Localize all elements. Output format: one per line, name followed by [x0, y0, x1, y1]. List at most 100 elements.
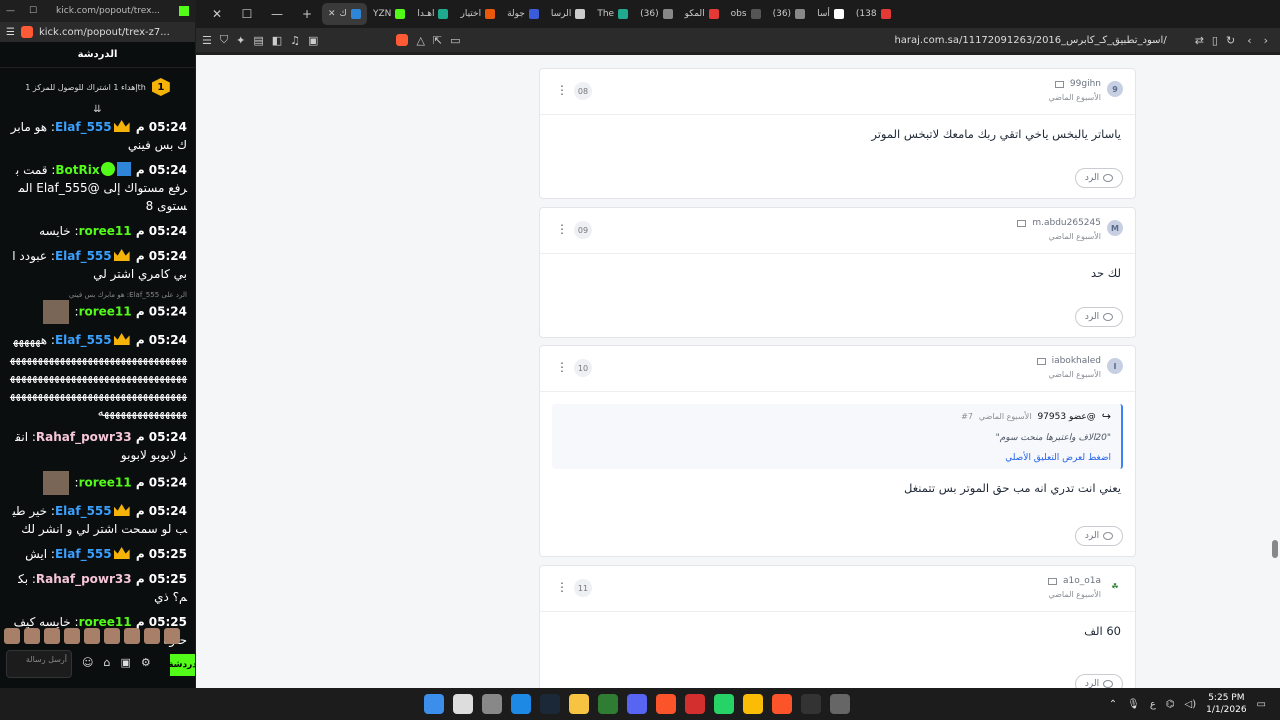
whatsapp-icon[interactable] — [714, 694, 734, 714]
message-username[interactable]: roree11 — [79, 476, 132, 490]
video-app-icon[interactable] — [685, 694, 705, 714]
epic-icon[interactable] — [801, 694, 821, 714]
chat-message[interactable]: 05:24 م Elaf_555: هههههههههههههههههههههه… — [10, 331, 187, 421]
message-username[interactable]: BotRix — [55, 163, 99, 177]
browser-tab[interactable]: obs — [725, 3, 767, 25]
reply-button[interactable]: الرد — [1075, 307, 1123, 327]
chat-message[interactable]: 05:24 م Elaf_555: عبودد ابي كامري اشتر ل… — [10, 247, 187, 283]
chat-message[interactable]: 05:24 م Elaf_555: هو مابرك بس فيني — [10, 118, 187, 154]
chat-message[interactable]: 05:25 م Elaf_555: ايش — [10, 545, 187, 563]
emoji-icon[interactable]: ☺ — [82, 656, 93, 669]
browser-tab[interactable]: اهـدا — [411, 3, 454, 25]
more-options-icon[interactable]: ⋮ — [556, 83, 568, 97]
browser-tab[interactable]: YZN — [367, 3, 411, 25]
pip-icon[interactable]: ▭ — [450, 34, 460, 47]
message-user-icon[interactable] — [1036, 357, 1046, 365]
xbox-icon[interactable] — [598, 694, 618, 714]
brave-shield-icon[interactable] — [20, 26, 33, 38]
browser-tab[interactable]: الرسا — [545, 3, 592, 25]
page-viewport[interactable]: ⋮ 08 99gihn الأسبوع الماضي 9 ياساتر يالبخس يا… — [196, 55, 1280, 688]
new-tab-icon[interactable]: + — [292, 7, 322, 21]
sub-goal-banner[interactable]: إهداء 1 اشتراك للوصول للمركز 1th 1 — [0, 68, 195, 106]
browser-tab[interactable]: أسا — [811, 3, 850, 25]
message-username[interactable]: Rahaf_powr33 — [36, 572, 132, 586]
minimize-icon[interactable]: — — [262, 7, 292, 21]
screenshot-icon[interactable]: ▣ — [308, 34, 318, 47]
reload-icon[interactable]: ↻ — [1226, 34, 1235, 47]
menu-icon[interactable]: ☰ — [6, 27, 15, 38]
browser-tab[interactable]: (138 — [850, 3, 897, 25]
comment-username[interactable]: m.abdu265245 — [1017, 218, 1101, 228]
app-icon[interactable] — [830, 694, 850, 714]
reading-list-icon[interactable]: ▤ — [253, 34, 263, 47]
network-icon[interactable]: ⌬ — [1166, 699, 1175, 710]
chat-input[interactable]: أرسل رسالة — [6, 650, 72, 678]
comment-username[interactable]: iabokhaled — [1036, 356, 1101, 366]
address-bar[interactable]: haraj.com.sa/11172091263/اسود_تطبيق_كـ_ك… — [894, 35, 1166, 46]
site-settings-icon[interactable]: ⇄ — [1195, 34, 1204, 47]
comment-username[interactable]: a1o_o1a — [1048, 576, 1101, 586]
message-username[interactable]: Elaf_555 — [55, 120, 112, 134]
chat-message[interactable]: 05:24 م roree11: — [10, 300, 187, 324]
message-username[interactable]: roree11 — [79, 305, 132, 319]
message-username[interactable]: Elaf_555 — [55, 504, 112, 518]
emote-icon[interactable] — [124, 628, 140, 644]
chat-message[interactable]: 05:24 م roree11: خايسه — [10, 222, 187, 240]
close-window-icon[interactable]: ✕ — [202, 7, 232, 21]
left-tab-title[interactable]: kick.com/popout/trex... — [56, 6, 160, 16]
folder-icon[interactable] — [569, 694, 589, 714]
reply-button[interactable]: الرد — [1075, 526, 1123, 546]
maximize-icon[interactable]: ☐ — [29, 6, 37, 16]
emote-icon[interactable] — [4, 628, 20, 644]
quoted-comment[interactable]: ↪ @عضو 97953 الأسبوع الماضي #7 "20الاف واعتب… — [552, 404, 1123, 469]
message-username[interactable]: roree11 — [79, 224, 132, 238]
user-avatar[interactable]: I — [1107, 358, 1123, 374]
more-options-icon[interactable]: ⋮ — [556, 580, 568, 594]
chat-send-button[interactable]: دردشة — [168, 654, 195, 676]
chat-message[interactable]: 05:24 م BotRix: قمت برفع مستواك إلى @Ela… — [10, 161, 187, 215]
left-url[interactable]: kick.com/popout/trex-z7... — [39, 27, 170, 38]
browser-tab[interactable]: (36) — [767, 3, 811, 25]
message-username[interactable]: Elaf_555 — [55, 333, 112, 347]
browser-tab[interactable]: المكو — [679, 3, 725, 25]
emote-icon[interactable] — [64, 628, 80, 644]
language-indicator[interactable]: ع — [1150, 699, 1156, 710]
chat-message[interactable]: 05:25 م Rahaf_powr33: بكم؟ ذي — [10, 570, 187, 606]
clock[interactable]: 5:25 PM 1/1/2026 — [1206, 692, 1246, 716]
forward-icon[interactable]: › — [1264, 34, 1268, 47]
more-options-icon[interactable]: ⋮ — [556, 222, 568, 236]
share-icon[interactable]: ⇱ — [433, 34, 442, 47]
split-view-icon[interactable]: ◧ — [272, 34, 282, 47]
gift-icon[interactable]: ▣ — [120, 656, 130, 669]
back-icon[interactable]: ‹ — [1247, 34, 1251, 47]
message-username[interactable]: Elaf_555 — [55, 547, 112, 561]
steam-icon[interactable] — [540, 694, 560, 714]
browser-tab[interactable]: اختيار — [454, 3, 501, 25]
message-username[interactable]: Elaf_555 — [55, 249, 112, 263]
user-avatar[interactable]: M — [1107, 220, 1123, 236]
edge-icon[interactable] — [511, 694, 531, 714]
user-avatar[interactable]: ☘ — [1107, 578, 1123, 594]
sidebar-icon[interactable]: ☰ — [202, 34, 212, 47]
file-explorer-icon[interactable] — [482, 694, 502, 714]
emote-icon[interactable] — [44, 628, 60, 644]
discord-icon[interactable] — [627, 694, 647, 714]
view-original-link[interactable]: اضغط لعرض التعليق الأصلي — [562, 453, 1111, 463]
brave-rewards-icon[interactable]: △ — [416, 34, 424, 47]
message-user-icon[interactable] — [1054, 80, 1064, 88]
scrollbar[interactable] — [1272, 55, 1278, 688]
scroll-thumb[interactable] — [1272, 540, 1278, 558]
restore-icon[interactable]: ☐ — [232, 7, 262, 21]
browser-tab[interactable]: جولة — [501, 3, 545, 25]
chrome-icon[interactable] — [743, 694, 763, 714]
user-avatar[interactable]: 9 — [1107, 81, 1123, 97]
bookmark-icon[interactable]: ▯ — [1212, 34, 1218, 47]
brave-shield-icon[interactable] — [396, 34, 409, 46]
tray-chevron-icon[interactable]: ⌃ — [1109, 699, 1117, 710]
reply-button[interactable]: الرد — [1075, 674, 1123, 688]
reply-button[interactable]: الرد — [1075, 168, 1123, 188]
emote-icon[interactable] — [84, 628, 100, 644]
comment-username[interactable]: 99gihn — [1048, 79, 1101, 89]
settings-icon[interactable]: ⚙ — [141, 656, 151, 669]
search-icon[interactable] — [453, 694, 473, 714]
